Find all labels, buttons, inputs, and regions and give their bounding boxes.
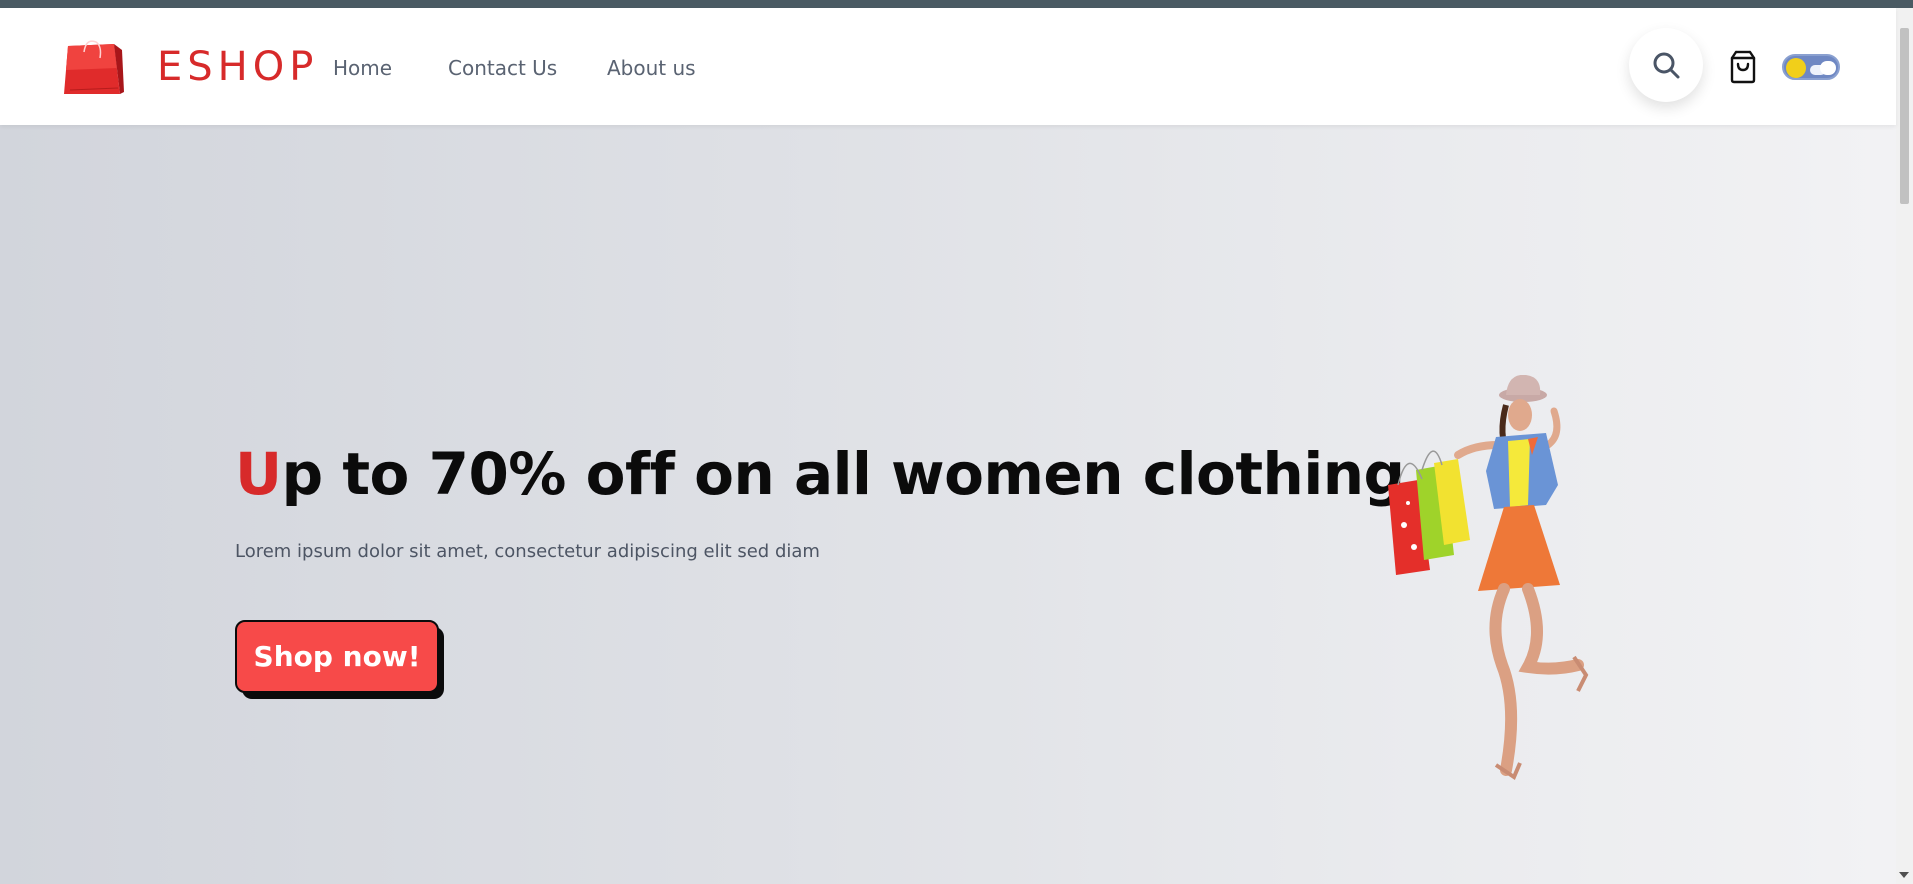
sun-icon [1786, 58, 1806, 78]
search-icon [1653, 52, 1680, 79]
cloud-icon [1820, 61, 1836, 75]
nav-home[interactable]: Home [333, 56, 392, 80]
search-button[interactable] [1629, 28, 1703, 102]
hero-subtext: Lorem ipsum dolor sit amet, consectetur … [235, 541, 820, 562]
headline-text: p to 70% off on all women clothing [281, 440, 1405, 508]
cart-bag-icon [1730, 50, 1756, 84]
nav-about-us[interactable]: About us [607, 56, 696, 80]
brand-name[interactable]: ESHOP [157, 44, 318, 90]
scroll-down-arrow-icon[interactable] [1899, 872, 1909, 878]
headline-first-letter: U [235, 440, 282, 508]
cart-button[interactable] [1727, 50, 1759, 84]
scrollbar-thumb[interactable] [1900, 28, 1909, 204]
shop-now-button[interactable]: Shop now! [235, 620, 439, 693]
navbar: ESHOP Home Contact Us About us [0, 8, 1896, 125]
top-accent-bar [0, 0, 1913, 8]
hero-headline: Up to 70% off on all women clothing [235, 440, 1405, 508]
theme-toggle[interactable] [1782, 54, 1840, 80]
shopping-bag-icon[interactable] [62, 38, 124, 98]
nav-contact-us[interactable]: Contact Us [448, 56, 557, 80]
woman-with-shopping-bags-image [1388, 375, 1589, 780]
hero-banner: Up to 70% off on all women clothing Lore… [0, 125, 1896, 884]
